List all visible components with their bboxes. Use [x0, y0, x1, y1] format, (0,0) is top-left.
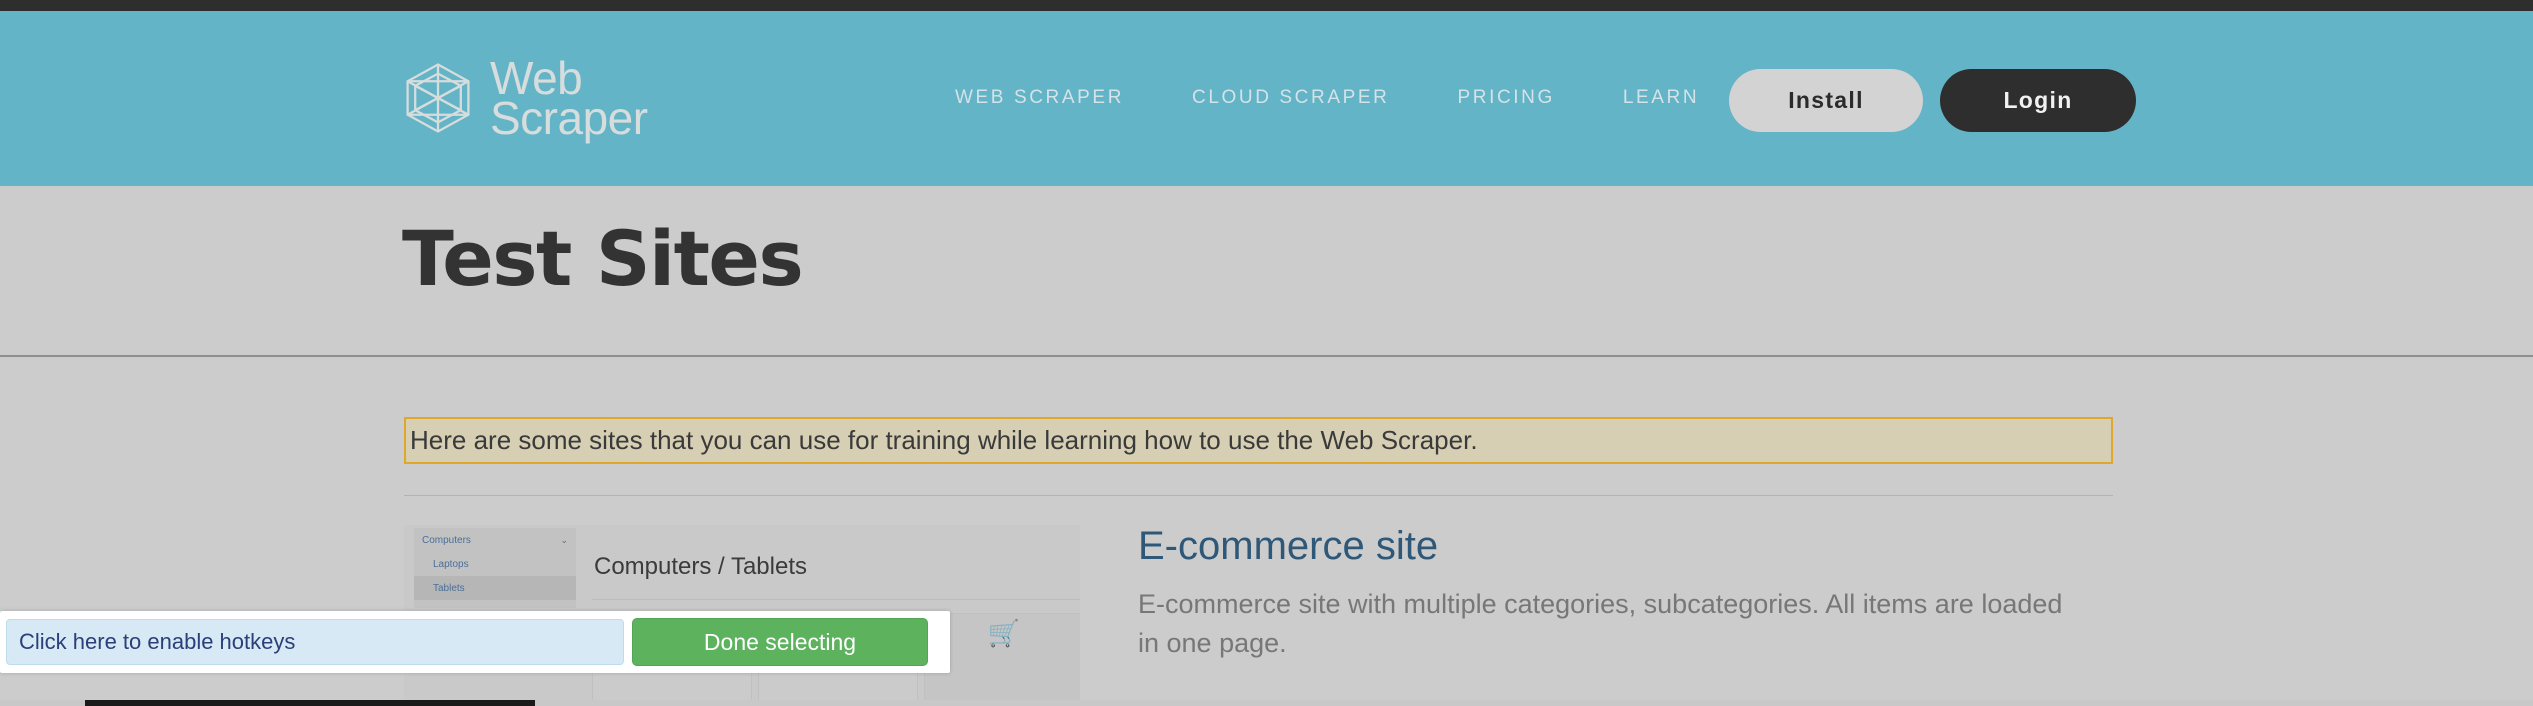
thumbnail-sidebar-label: Tablets [433, 582, 465, 594]
intro-paragraph-text: Here are some sites that you can use for… [410, 425, 1478, 455]
nav-item-pricing[interactable]: PRICING [1457, 87, 1554, 109]
thumbnail-heading-rule [592, 599, 1080, 600]
main-navigation: WEB SCRAPER CLOUD SCRAPER PRICING LEARN [955, 87, 1767, 109]
page-root: Web Scraper WEB SCRAPER CLOUD SCRAPER PR… [0, 0, 2533, 706]
enable-hotkeys-input[interactable]: Click here to enable hotkeys [6, 619, 624, 665]
thumbnail-sidebar-item-laptops: Laptops [414, 552, 576, 576]
thumbnail-heading: Computers / Tablets [594, 553, 807, 580]
selected-intro-paragraph[interactable]: Here are some sites that you can use for… [404, 417, 2113, 464]
site-logo[interactable]: Web Scraper [400, 53, 648, 143]
site-header: Web Scraper WEB SCRAPER CLOUD SCRAPER PR… [0, 11, 2533, 186]
content-divider [404, 495, 2113, 496]
login-button[interactable]: Login [1940, 69, 2136, 132]
install-button[interactable]: Install [1729, 69, 1923, 132]
nav-item-cloud-scraper[interactable]: CLOUD SCRAPER [1192, 87, 1389, 109]
thumbnail-sidebar-item-computers: Computers ⌄ [414, 528, 576, 552]
chevron-down-icon: ⌄ [560, 534, 568, 545]
nav-item-web-scraper[interactable]: WEB SCRAPER [955, 87, 1124, 109]
thumbnail-sidebar: Computers ⌄ Laptops Tablets [414, 528, 576, 608]
site-card-title-link[interactable]: E-commerce site [1138, 524, 1438, 568]
page-title: Test Sites [402, 214, 804, 303]
thumbnail-sidebar-label: Laptops [433, 558, 469, 570]
page-title-band: Test Sites [0, 186, 2533, 356]
webscraper-hexagon-logo-icon [406, 63, 470, 133]
webscraper-selector-toolbar: Click here to enable hotkeys Done select… [0, 611, 950, 673]
browser-bottom-dark-segment [85, 700, 535, 706]
site-card-body: E-commerce site E-commerce site with mul… [1138, 525, 2118, 663]
thumbnail-sidebar-label: Computers [422, 534, 471, 546]
nav-item-learn[interactable]: LEARN [1623, 87, 1699, 109]
logo-line-2: Scraper [490, 92, 648, 144]
site-logo-text: Web Scraper [490, 54, 648, 144]
thumbnail-sidebar-item-tablets: Tablets [414, 576, 576, 600]
browser-top-strip [0, 0, 2533, 11]
site-card-description: E-commerce site with multiple categories… [1138, 589, 2063, 659]
done-selecting-button[interactable]: Done selecting [632, 618, 928, 666]
